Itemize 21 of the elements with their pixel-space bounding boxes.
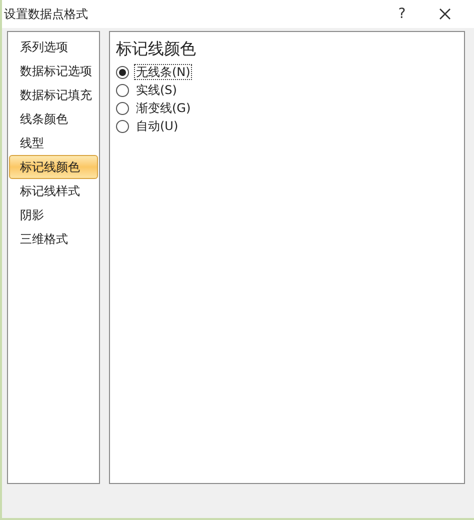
sidebar-item[interactable]: 系列选项 <box>9 35 98 59</box>
radio-button[interactable] <box>116 66 129 78</box>
help-button[interactable]: ? <box>382 2 422 26</box>
sidebar-item[interactable]: 标记线样式 <box>9 179 98 203</box>
sidebar-item[interactable]: 数据标记选项 <box>9 59 98 83</box>
radio-button[interactable] <box>116 84 129 96</box>
sidebar-item[interactable]: 数据标记填充 <box>9 83 98 107</box>
radio-button[interactable] <box>116 120 129 132</box>
sidebar-item[interactable]: 标记线颜色 <box>9 155 98 179</box>
window-title: 设置数据点格式 <box>4 6 88 23</box>
close-icon <box>439 8 451 20</box>
sidebar-item[interactable]: 线型 <box>9 131 98 155</box>
sidebar-item[interactable]: 线条颜色 <box>9 107 98 131</box>
section-heading: 标记线颜色 <box>116 38 197 60</box>
option-label[interactable]: 渐变线(G) <box>134 100 193 116</box>
sidebar-item[interactable]: 三维格式 <box>9 227 98 251</box>
option-label[interactable]: 无线条(N) <box>134 64 192 80</box>
option-label[interactable]: 实线(S) <box>134 82 179 98</box>
option-label[interactable]: 自动(U) <box>134 118 180 134</box>
radio-button[interactable] <box>116 102 129 114</box>
sidebar-item[interactable]: 阴影 <box>9 203 98 227</box>
